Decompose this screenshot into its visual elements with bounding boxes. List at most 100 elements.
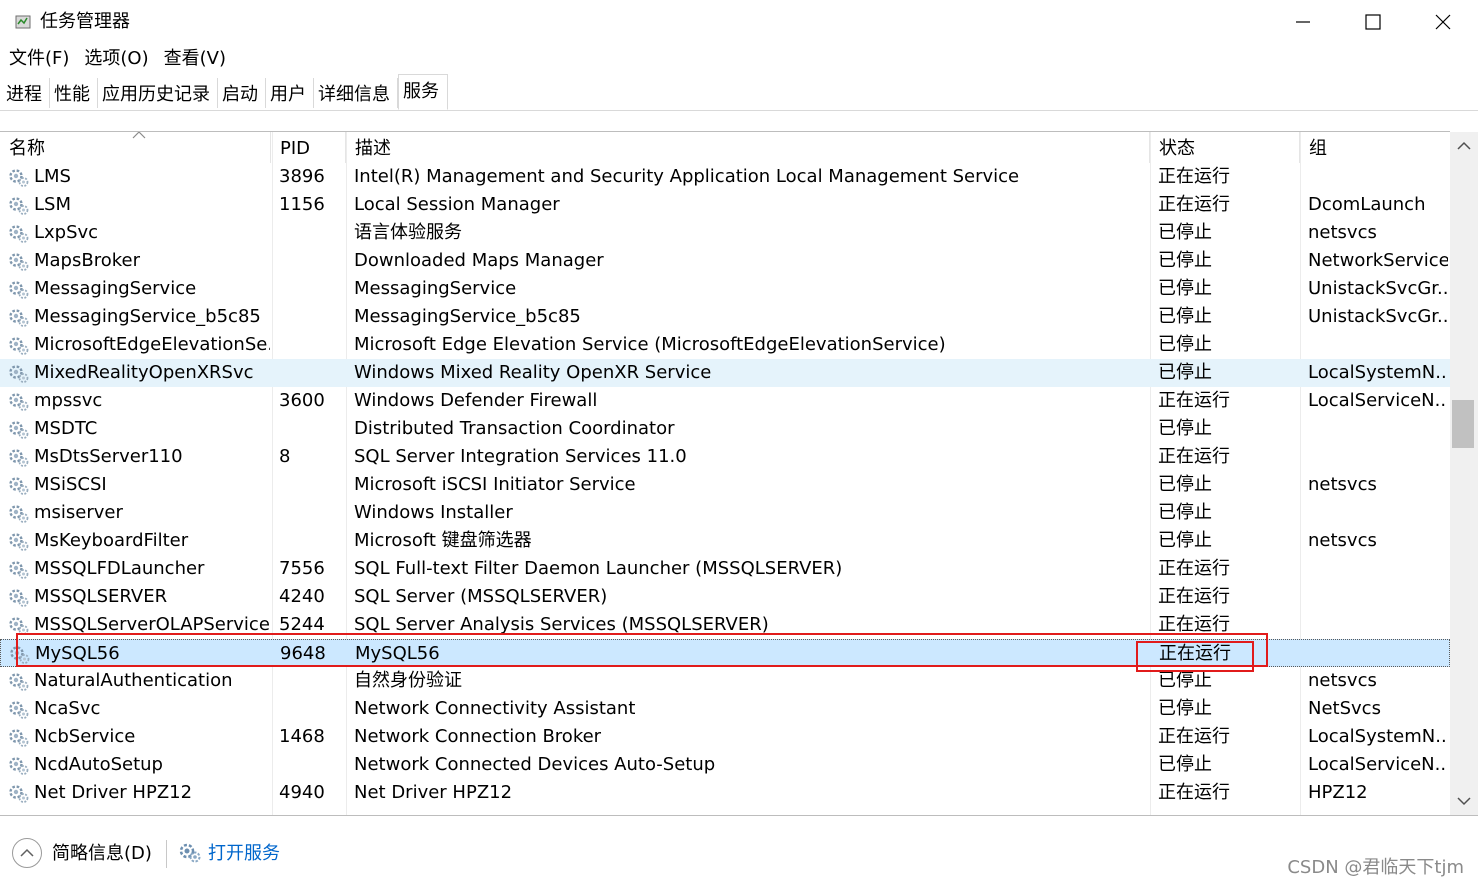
- vertical-scrollbar[interactable]: [1450, 132, 1478, 815]
- table-row[interactable]: LMS 3896 Intel(R) Management and Security …: [0, 163, 1450, 191]
- service-pid: 3896: [279, 166, 325, 187]
- table-row[interactable]: MapsBroker Downloaded Maps Manager 已停止 Netw…: [0, 247, 1450, 275]
- service-name: MessagingService_b5c85: [34, 306, 261, 327]
- tab-services[interactable]: 服务: [398, 74, 448, 110]
- service-gear-icon: [9, 729, 29, 747]
- service-group: UnistackSvcGr...: [1308, 278, 1448, 299]
- table-row[interactable]: MSSQLServerOLAPService 5244 SQL Server Ana…: [0, 611, 1450, 639]
- service-gear-icon: [9, 337, 29, 355]
- service-pid: [279, 415, 343, 443]
- service-group: netsvcs: [1308, 222, 1377, 243]
- service-group: netsvcs: [1308, 474, 1377, 495]
- service-status: 正在运行: [1158, 194, 1230, 215]
- column-header-group[interactable]: 组: [1299, 132, 1450, 163]
- service-description: SQL Server Analysis Services (MSSQLSERVE…: [354, 614, 769, 635]
- service-name: MSSQLFDLauncher: [34, 558, 205, 579]
- table-row[interactable]: MSSQLSERVER 4240 SQL Server (MSSQLSERVER) 正…: [0, 583, 1450, 611]
- column-header-status[interactable]: 状态: [1149, 132, 1300, 163]
- service-name: MSiSCSI: [34, 474, 107, 495]
- table-row[interactable]: MicrosoftEdgeElevationSe... Microsoft Edg…: [0, 331, 1450, 359]
- service-pid: 4240: [279, 586, 325, 607]
- table-row[interactable]: msiserver Windows Installer 已停止: [0, 499, 1450, 527]
- fewer-details-label[interactable]: 简略信息(D): [52, 840, 152, 868]
- scroll-down-button[interactable]: [1450, 787, 1478, 815]
- table-row[interactable]: MessagingService_b5c85 MessagingService_b…: [0, 303, 1450, 331]
- service-status: 已停止: [1158, 502, 1212, 523]
- table-row[interactable]: mpssvc 3600 Windows Defender Firewall 正在运行 L…: [0, 387, 1450, 415]
- service-group: [1308, 583, 1448, 611]
- table-row[interactable]: NaturalAuthentication 自然身份验证 已停止 netsvcs: [0, 667, 1450, 695]
- table-row[interactable]: MessagingService MessagingService 已停止 Unist…: [0, 275, 1450, 303]
- service-status: 正在运行: [1158, 166, 1230, 187]
- column-header-pid[interactable]: PID: [270, 132, 346, 163]
- table-row[interactable]: LxpSvc 语言体验服务 已停止 netsvcs: [0, 219, 1450, 247]
- service-name: MSSQLSERVER: [34, 586, 168, 607]
- service-status: 正在运行: [1158, 726, 1230, 747]
- chevron-up-icon: [1457, 141, 1471, 150]
- service-pid: [279, 219, 343, 247]
- column-header-description[interactable]: 描述: [345, 132, 1150, 163]
- service-pid: [279, 275, 343, 303]
- service-group: HPZ12: [1308, 782, 1368, 803]
- menu-bar: 文件(F) 选项(O) 查看(V): [0, 44, 1478, 74]
- service-name: LxpSvc: [34, 222, 99, 243]
- minimize-icon: [1296, 21, 1310, 23]
- service-group: [1308, 555, 1448, 583]
- tab-users[interactable]: 用户: [266, 78, 314, 108]
- service-status: 已停止: [1158, 362, 1212, 383]
- service-status: 正在运行: [1158, 614, 1230, 635]
- service-status: 已停止: [1158, 306, 1212, 327]
- tab-app-history[interactable]: 应用历史记录: [98, 78, 218, 108]
- service-status: 已停止: [1158, 474, 1212, 495]
- service-description: Downloaded Maps Manager: [354, 250, 604, 271]
- service-status: 已停止: [1158, 698, 1212, 719]
- service-gear-icon: [9, 561, 29, 579]
- tab-startup[interactable]: 启动: [218, 78, 266, 108]
- menu-options[interactable]: 选项(O): [75, 44, 154, 74]
- tab-performance[interactable]: 性能: [50, 78, 98, 108]
- table-row[interactable]: MSDTC Distributed Transaction Coordinator…: [0, 415, 1450, 443]
- table-row[interactable]: MySQL56 9648 MySQL56 正在运行: [0, 639, 1450, 667]
- table-row[interactable]: MSiSCSI Microsoft iSCSI Initiator Service…: [0, 471, 1450, 499]
- table-row[interactable]: LSM 1156 Local Session Manager 正在运行 DcomLaun…: [0, 191, 1450, 219]
- table-row[interactable]: MsDtsServer110 8 SQL Server Integration Se…: [0, 443, 1450, 471]
- service-gear-icon: [10, 646, 30, 664]
- column-header-name[interactable]: 名称: [0, 132, 272, 163]
- service-gear-icon: [9, 309, 29, 327]
- service-gear-icon: [9, 449, 29, 467]
- table-row[interactable]: Net Driver HPZ12 4940 Net Driver HPZ12 正在运行…: [0, 779, 1450, 807]
- service-description: Network Connectivity Assistant: [354, 698, 636, 719]
- table-row[interactable]: MixedRealityOpenXRSvc Windows Mixed Reali…: [0, 359, 1450, 387]
- service-gear-icon: [9, 365, 29, 383]
- title-bar[interactable]: 任务管理器: [0, 0, 1478, 44]
- service-gear-icon: [9, 701, 29, 719]
- scroll-thumb[interactable]: [1452, 400, 1474, 448]
- service-group: [1308, 499, 1448, 527]
- open-services-link[interactable]: 打开服务: [208, 840, 280, 868]
- maximize-button[interactable]: [1338, 0, 1408, 44]
- service-description: MessagingService_b5c85: [354, 306, 581, 327]
- service-status: 正在运行: [1158, 586, 1230, 607]
- service-group: [1308, 331, 1448, 359]
- tab-details[interactable]: 详细信息: [314, 78, 398, 108]
- menu-file[interactable]: 文件(F): [0, 44, 75, 74]
- tab-processes[interactable]: 进程: [2, 78, 50, 108]
- scroll-up-button[interactable]: [1450, 132, 1478, 160]
- menu-view[interactable]: 查看(V): [155, 44, 232, 74]
- minimize-button[interactable]: [1268, 0, 1338, 44]
- service-description: MySQL56: [355, 643, 440, 664]
- table-row[interactable]: NcbService 1468 Network Connection Broker 正…: [0, 723, 1450, 751]
- close-button[interactable]: [1408, 0, 1478, 44]
- service-pid: [279, 751, 343, 779]
- table-row[interactable]: MsKeyboardFilter Microsoft 键盘筛选器 已停止 netsvc…: [0, 527, 1450, 555]
- service-name: msiserver: [34, 502, 123, 523]
- service-group: LocalServiceN...: [1308, 754, 1448, 775]
- table-row[interactable]: NcaSvc Network Connectivity Assistant 已停止 N…: [0, 695, 1450, 723]
- services-gear-icon: [179, 843, 201, 863]
- table-row[interactable]: NcdAutoSetup Network Connected Devices Au…: [0, 751, 1450, 779]
- service-gear-icon: [9, 505, 29, 523]
- fewer-details-button[interactable]: [12, 838, 42, 868]
- service-status: 已停止: [1158, 278, 1212, 299]
- table-row[interactable]: MSSQLFDLauncher 7556 SQL Full-text Filter …: [0, 555, 1450, 583]
- service-gear-icon: [9, 281, 29, 299]
